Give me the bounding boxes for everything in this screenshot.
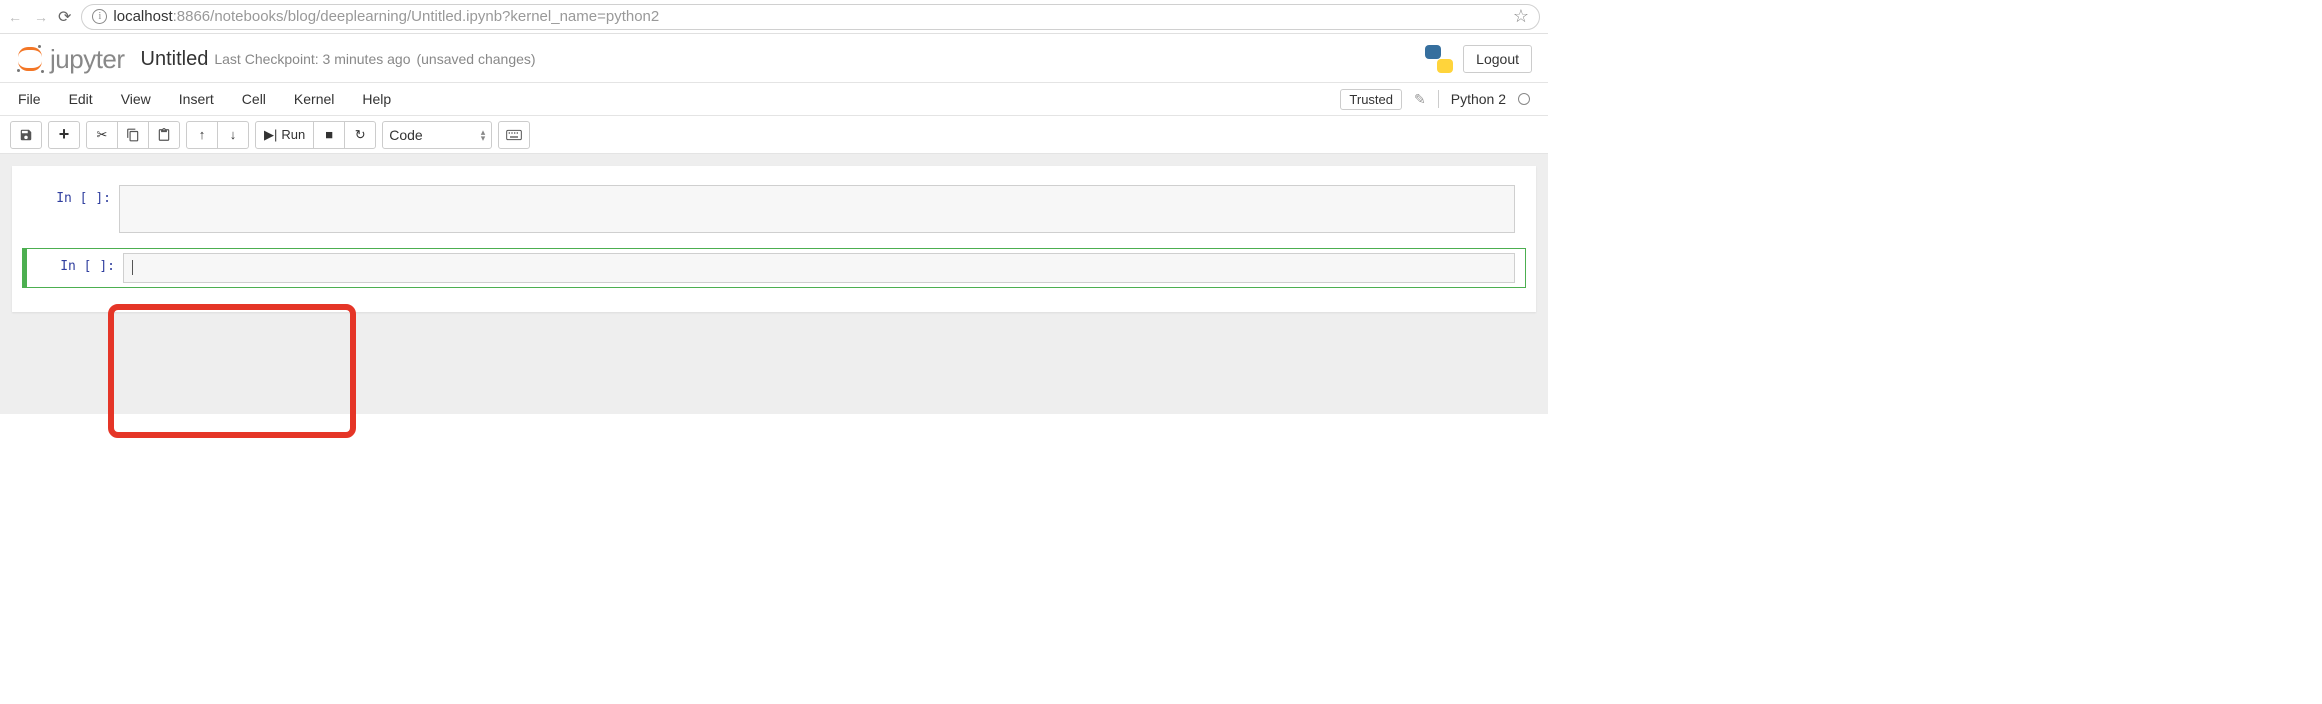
menu-kernel[interactable]: Kernel xyxy=(294,91,334,107)
forward-arrow-icon: → xyxy=(34,9,48,25)
edit-mode-pencil-icon[interactable]: ✎ xyxy=(1414,91,1426,108)
kernel-name[interactable]: Python 2 xyxy=(1451,91,1506,107)
save-icon xyxy=(19,128,33,142)
paste-icon xyxy=(157,128,171,142)
menu-edit[interactable]: Edit xyxy=(69,91,93,107)
cell-prompt: In [ ]: xyxy=(27,253,123,283)
notebook-title[interactable]: Untitled xyxy=(141,48,209,71)
jupyter-logo[interactable]: jupyter xyxy=(16,44,125,75)
code-cell[interactable]: In [ ]: xyxy=(22,180,1526,238)
arrow-up-icon: ↑ xyxy=(199,127,206,142)
move-cell-up-button[interactable]: ↑ xyxy=(186,121,218,149)
stop-icon: ■ xyxy=(325,127,333,142)
cut-cell-button[interactable]: ✂ xyxy=(86,121,118,149)
command-palette-button[interactable] xyxy=(498,121,530,149)
plus-icon: + xyxy=(59,124,70,145)
paste-cell-button[interactable] xyxy=(148,121,180,149)
restart-icon: ↻ xyxy=(355,127,366,143)
copy-cell-button[interactable] xyxy=(117,121,149,149)
move-cell-down-button[interactable]: ↓ xyxy=(217,121,249,149)
run-label: Run xyxy=(281,127,305,142)
insert-cell-below-button[interactable]: + xyxy=(48,121,80,149)
url-text: localhost:8866/notebooks/blog/deeplearni… xyxy=(113,8,659,25)
kernel-status-icon xyxy=(1518,93,1530,105)
menu-view[interactable]: View xyxy=(121,91,151,107)
notebook-header: jupyter Untitled Last Checkpoint: 3 minu… xyxy=(0,34,1548,82)
cell-prompt: In [ ]: xyxy=(23,185,119,233)
code-cell[interactable]: In [ ]: xyxy=(22,248,1526,288)
keyboard-icon xyxy=(506,129,522,141)
python-logo-icon xyxy=(1425,45,1453,73)
bookmark-star-icon[interactable]: ☆ xyxy=(1513,6,1529,27)
logout-button[interactable]: Logout xyxy=(1463,45,1532,73)
jupyter-logo-icon xyxy=(16,45,44,73)
menu-help[interactable]: Help xyxy=(362,91,391,107)
notebook: In [ ]: In [ ]: xyxy=(12,166,1536,312)
url-input[interactable]: i localhost:8866/notebooks/blog/deeplear… xyxy=(81,4,1540,30)
cell-input[interactable] xyxy=(119,185,1515,233)
scissors-icon: ✂ xyxy=(97,127,108,143)
browser-address-bar: ← → ⟳ i localhost:8866/notebooks/blog/de… xyxy=(0,0,1548,34)
back-arrow-icon: ← xyxy=(8,9,22,25)
checkpoint-text: Last Checkpoint: 3 minutes ago xyxy=(214,51,410,67)
run-icon: ▶| xyxy=(264,127,277,143)
cell-type-value: Code xyxy=(389,127,422,143)
arrow-down-icon: ↓ xyxy=(230,127,237,142)
copy-icon xyxy=(126,128,140,142)
menu-file[interactable]: File xyxy=(18,91,41,107)
run-cell-button[interactable]: ▶| Run xyxy=(255,121,314,149)
unsaved-indicator: (unsaved changes) xyxy=(416,51,535,67)
menu-cell[interactable]: Cell xyxy=(242,91,266,107)
restart-kernel-button[interactable]: ↻ xyxy=(344,121,376,149)
separator xyxy=(1438,90,1439,108)
jupyter-logo-text: jupyter xyxy=(50,44,125,75)
text-cursor xyxy=(132,260,133,275)
toolbar: + ✂ ↑ ↓ ▶| Run ■ ↻ Code ▴▾ xyxy=(0,116,1548,154)
cell-input[interactable] xyxy=(123,253,1515,283)
cell-type-select[interactable]: Code ▴▾ xyxy=(382,121,492,149)
chevron-updown-icon: ▴▾ xyxy=(481,129,486,141)
menu-insert[interactable]: Insert xyxy=(179,91,214,107)
notebook-container: In [ ]: In [ ]: xyxy=(0,154,1548,414)
menubar: File Edit View Insert Cell Kernel Help T… xyxy=(0,82,1548,116)
reload-icon[interactable]: ⟳ xyxy=(58,7,71,27)
trusted-badge[interactable]: Trusted xyxy=(1340,89,1402,110)
save-button[interactable] xyxy=(10,121,42,149)
site-info-icon[interactable]: i xyxy=(92,9,107,24)
interrupt-kernel-button[interactable]: ■ xyxy=(313,121,345,149)
